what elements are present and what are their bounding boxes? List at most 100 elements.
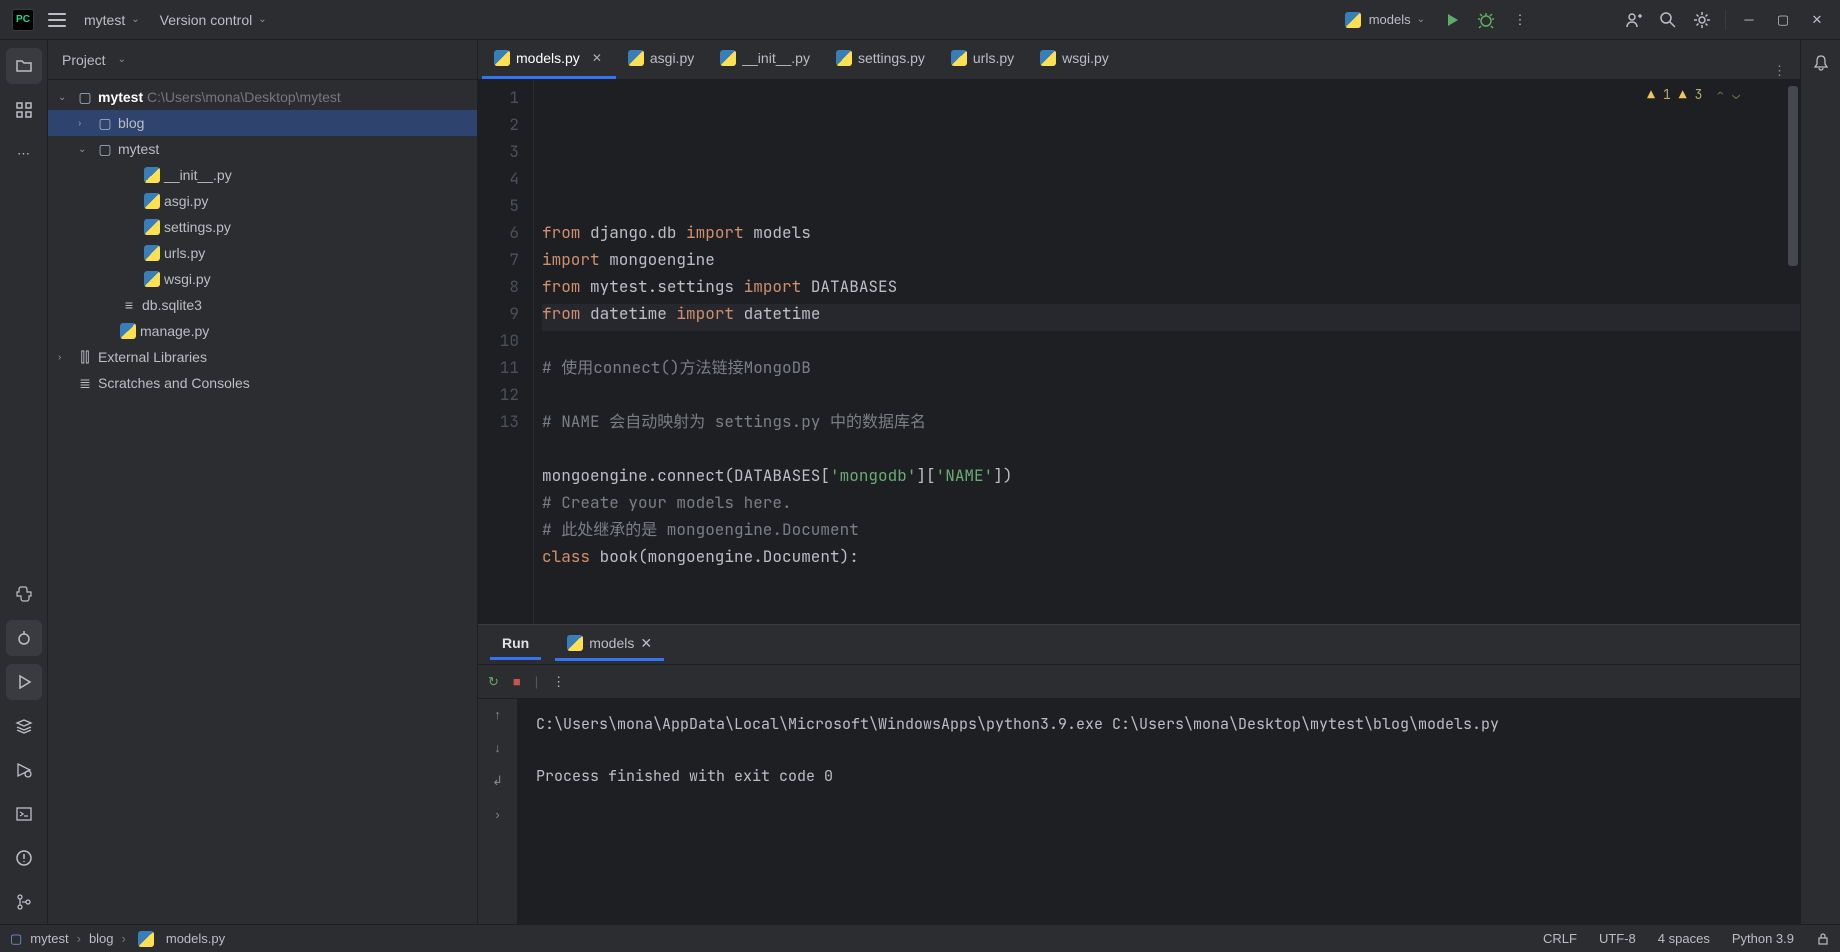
code-line[interactable]: import mongoengine <box>542 246 1800 273</box>
code-line[interactable]: from datetime import datetime <box>542 300 1800 327</box>
services-tool-button[interactable] <box>6 752 42 788</box>
editor-tab[interactable]: settings.py <box>824 40 939 79</box>
run-config-tab[interactable]: models ✕ <box>555 629 664 661</box>
tree-item-label: manage.py <box>140 323 209 339</box>
more-tool-windows-button[interactable]: ⋯ <box>6 136 42 172</box>
debug-button[interactable] <box>1469 3 1503 37</box>
inspection-badges[interactable]: ▲ 1 ▲ 3 ⌃ ⌄ <box>1647 86 1740 103</box>
console-output[interactable]: C:\Users\mona\AppData\Local\Microsoft\Wi… <box>518 699 1800 924</box>
run-config-label: models <box>1369 12 1411 27</box>
code-line[interactable] <box>542 327 1800 354</box>
vcs-tool-button[interactable] <box>6 884 42 920</box>
tree-external-libraries[interactable]: ⫿⫿ External Libraries <box>48 344 477 370</box>
run-tool-button[interactable] <box>6 664 42 700</box>
chevron-down-icon: ⌄ <box>118 54 126 65</box>
code-content[interactable]: from django.db import modelsimport mongo… <box>534 80 1800 624</box>
terminal-tool-button[interactable] <box>6 796 42 832</box>
weak-warning-count: 3 <box>1695 86 1703 103</box>
code-with-me-button[interactable] <box>1617 3 1651 37</box>
chevron-down-icon[interactable]: ⌄ <box>1732 86 1740 103</box>
tree-file-wsgi[interactable]: wsgi.py <box>48 266 477 292</box>
maximize-window-button[interactable]: ▢ <box>1766 3 1800 37</box>
project-panel-header[interactable]: Project ⌄ <box>48 40 477 80</box>
close-icon[interactable]: ✕ <box>640 635 652 652</box>
tree-file-manage[interactable]: manage.py <box>48 318 477 344</box>
debug-tool-button[interactable] <box>6 620 42 656</box>
editor-tab[interactable]: models.py✕ <box>482 40 616 79</box>
tree-item-label: External Libraries <box>98 349 207 365</box>
encoding-selector[interactable]: UTF-8 <box>1599 931 1636 946</box>
run-config-button[interactable]: models ⌄ <box>1335 8 1435 32</box>
scroll-up-button[interactable]: ↑ <box>494 707 501 722</box>
close-icon[interactable]: ✕ <box>592 51 602 65</box>
lock-icon[interactable] <box>1816 932 1830 946</box>
code-line[interactable] <box>542 381 1800 408</box>
main-menu-button[interactable] <box>40 3 74 37</box>
folder-icon: ▢ <box>96 141 114 158</box>
tree-file-db[interactable]: ≡ db.sqlite3 <box>48 292 477 318</box>
line-separator-selector[interactable]: CRLF <box>1543 931 1577 946</box>
minimize-window-button[interactable]: ─ <box>1732 3 1766 37</box>
version-control-button[interactable]: Version control ⌄ <box>150 8 277 32</box>
tree-item-label: Scratches and Consoles <box>98 375 250 391</box>
code-line[interactable]: from mytest.settings import DATABASES <box>542 273 1800 300</box>
tree-scratches[interactable]: ≣ Scratches and Consoles <box>48 370 477 396</box>
problems-tool-button[interactable] <box>6 840 42 876</box>
code-line[interactable]: # Create your models here. <box>542 489 1800 516</box>
expand-collapse-button[interactable]: › <box>495 807 499 822</box>
code-editor[interactable]: 12345678910111213 from django.db import … <box>478 80 1800 624</box>
editor-tabs-menu[interactable]: ⋮ <box>1759 63 1800 79</box>
python-icon <box>951 50 967 66</box>
editor-tab[interactable]: asgi.py <box>616 40 708 79</box>
notifications-button[interactable] <box>1804 46 1838 80</box>
tree-folder-mytest[interactable]: ▢ mytest <box>48 136 477 162</box>
folder-icon: ▢ <box>96 115 114 132</box>
code-line[interactable]: class book(mongoengine.Document): <box>542 543 1800 570</box>
rerun-button[interactable]: ↻ <box>488 674 499 690</box>
tree-file-settings[interactable]: settings.py <box>48 214 477 240</box>
code-line[interactable]: mongoengine.connect(DATABASES['mongodb']… <box>542 462 1800 489</box>
breadcrumb-project[interactable]: mytest <box>30 931 68 946</box>
code-line[interactable]: # NAME 会自动映射为 settings.py 中的数据库名 <box>542 408 1800 435</box>
tree-root-item[interactable]: ▢ mytest C:\Users\mona\Desktop\mytest <box>48 84 477 110</box>
chevron-up-icon[interactable]: ⌃ <box>1716 86 1724 103</box>
breadcrumb-file[interactable]: models.py <box>166 931 225 946</box>
tab-label: asgi.py <box>650 50 694 66</box>
project-tool-button[interactable] <box>6 48 42 84</box>
run-more-actions[interactable]: ⋮ <box>552 674 565 690</box>
python-icon <box>494 50 510 66</box>
python-console-button[interactable] <box>6 576 42 612</box>
more-actions-button[interactable]: ⋮ <box>1503 3 1537 37</box>
scroll-down-button[interactable]: ↓ <box>494 740 501 755</box>
breadcrumb-separator-icon: › <box>122 931 126 946</box>
tree-folder-blog[interactable]: ▢ blog <box>48 110 477 136</box>
run-button[interactable] <box>1435 3 1469 37</box>
settings-button[interactable] <box>1685 3 1719 37</box>
scratches-icon: ≣ <box>76 375 94 392</box>
tree-file-init[interactable]: __init__.py <box>48 162 477 188</box>
indent-selector[interactable]: 4 spaces <box>1658 931 1710 946</box>
local-changes-icon[interactable]: ▢ <box>10 931 22 947</box>
tree-file-urls[interactable]: urls.py <box>48 240 477 266</box>
editor-area: models.py✕ asgi.py __init__.pysettings.pyu… <box>478 40 1800 924</box>
python-icon <box>628 50 644 66</box>
code-line[interactable]: # 使用connect()方法链接MongoDB <box>542 354 1800 381</box>
right-tool-rail <box>1800 40 1840 924</box>
layers-tool-button[interactable] <box>6 708 42 744</box>
editor-tab[interactable]: urls.py <box>939 40 1028 79</box>
soft-wrap-button[interactable]: ↲ <box>492 773 503 789</box>
code-line[interactable]: from django.db import models <box>542 219 1800 246</box>
folder-icon: ▢ <box>76 89 94 106</box>
close-window-button[interactable]: ✕ <box>1800 3 1834 37</box>
breadcrumb-folder[interactable]: blog <box>89 931 114 946</box>
project-menu-button[interactable]: mytest ⌄ <box>74 8 150 32</box>
stop-button[interactable]: ■ <box>513 674 521 689</box>
editor-tab[interactable]: wsgi.py <box>1028 40 1123 79</box>
interpreter-selector[interactable]: Python 3.9 <box>1732 931 1794 946</box>
editor-tab[interactable]: __init__.py <box>708 40 824 79</box>
tree-file-asgi[interactable]: asgi.py <box>48 188 477 214</box>
structure-tool-button[interactable] <box>6 92 42 128</box>
code-line[interactable] <box>542 435 1800 462</box>
search-everywhere-button[interactable] <box>1651 3 1685 37</box>
code-line[interactable]: # 此处继承的是 mongoengine.Document <box>542 516 1800 543</box>
